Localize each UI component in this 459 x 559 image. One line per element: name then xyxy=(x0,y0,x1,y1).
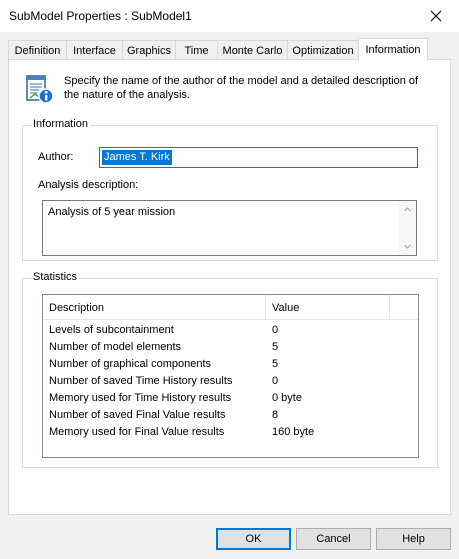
row-value: 5 xyxy=(272,358,279,370)
scroll-up-icon[interactable] xyxy=(404,206,411,213)
row-description: Number of saved Final Value results xyxy=(49,409,226,421)
column-header-value[interactable]: Value xyxy=(272,302,299,314)
tab-strip: Definition Interface Graphics Time Monte… xyxy=(8,38,451,61)
close-button[interactable] xyxy=(413,0,459,32)
title-bar[interactable]: SubModel Properties : SubModel1 xyxy=(0,0,459,32)
scroll-down-icon[interactable] xyxy=(404,243,411,250)
list-item[interactable]: Number of saved Final Value results 8 xyxy=(43,407,418,424)
information-group: Information Author: James T. Kirk Analys… xyxy=(22,118,438,261)
cancel-button-label: Cancel xyxy=(316,533,351,545)
row-description: Memory used for Time History results xyxy=(49,392,232,404)
tab-label: Graphics xyxy=(126,44,172,57)
row-description: Memory used for Final Value results xyxy=(49,426,225,438)
tab-information[interactable]: Information xyxy=(358,38,428,61)
tab-label: Optimization xyxy=(292,44,354,57)
list-item[interactable]: Levels of subcontainment 0 xyxy=(43,322,418,339)
information-panel: Specify the name of the author of the mo… xyxy=(8,59,451,515)
intro-text: Specify the name of the author of the mo… xyxy=(64,75,419,101)
row-description: Number of model elements xyxy=(49,341,182,353)
statistics-group: Statistics Description Value Levels of s… xyxy=(22,271,438,468)
help-button-label: Help xyxy=(402,533,425,545)
author-input[interactable]: James T. Kirk xyxy=(99,147,418,168)
document-info-icon xyxy=(26,75,54,104)
description-label: Analysis description: xyxy=(38,179,139,191)
author-value: James T. Kirk xyxy=(102,150,172,165)
tab-interface[interactable]: Interface xyxy=(66,40,123,60)
close-icon xyxy=(430,10,442,22)
tab-optimization[interactable]: Optimization xyxy=(287,40,359,60)
information-group-label: Information xyxy=(31,118,91,130)
tab-graphics[interactable]: Graphics xyxy=(122,40,176,60)
tab-definition[interactable]: Definition xyxy=(8,40,67,60)
help-button[interactable]: Help xyxy=(376,528,451,550)
list-item[interactable]: Number of saved Time History results 0 xyxy=(43,373,418,390)
tab-label: Monte Carlo xyxy=(222,44,283,57)
description-textarea[interactable]: Analysis of 5 year mission xyxy=(42,200,417,256)
column-header-description[interactable]: Description xyxy=(49,302,104,314)
properties-dialog: SubModel Properties : SubModel1 Definiti… xyxy=(0,0,459,559)
author-label: Author: xyxy=(38,151,74,163)
tab-time[interactable]: Time xyxy=(175,40,218,60)
description-value: Analysis of 5 year mission xyxy=(48,206,176,218)
statistics-list[interactable]: Description Value Levels of subcontainme… xyxy=(42,294,419,458)
list-item[interactable]: Memory used for Final Value results 160 b… xyxy=(43,424,418,441)
tab-label: Interface xyxy=(73,44,116,57)
row-description: Number of graphical components xyxy=(49,358,212,370)
description-scrollbar[interactable] xyxy=(399,201,416,255)
tab-label: Time xyxy=(184,44,209,57)
row-value: 0 xyxy=(272,375,279,387)
window-title: SubModel Properties : SubModel1 xyxy=(9,9,192,23)
column-divider[interactable] xyxy=(389,295,390,320)
tab-monte-carlo[interactable]: Monte Carlo xyxy=(217,40,288,60)
tab-label: Definition xyxy=(14,44,61,57)
list-header: Description Value xyxy=(43,295,418,320)
ok-button[interactable]: OK xyxy=(216,528,291,550)
row-value: 0 byte xyxy=(272,392,302,404)
column-divider[interactable] xyxy=(265,295,266,320)
cancel-button[interactable]: Cancel xyxy=(296,528,371,550)
row-value: 8 xyxy=(272,409,279,421)
statistics-group-label: Statistics xyxy=(31,271,80,283)
row-value: 160 byte xyxy=(272,426,315,438)
row-description: Number of saved Time History results xyxy=(49,375,233,387)
list-item[interactable]: Memory used for Time History results 0 by… xyxy=(43,390,418,407)
tab-label: Information xyxy=(365,44,421,56)
row-value: 5 xyxy=(272,341,279,353)
list-item[interactable]: Number of model elements 5 xyxy=(43,339,418,356)
row-description: Levels of subcontainment xyxy=(49,324,174,336)
ok-button-label: OK xyxy=(245,533,262,545)
row-value: 0 xyxy=(272,324,279,336)
list-item[interactable]: Number of graphical components 5 xyxy=(43,356,418,373)
